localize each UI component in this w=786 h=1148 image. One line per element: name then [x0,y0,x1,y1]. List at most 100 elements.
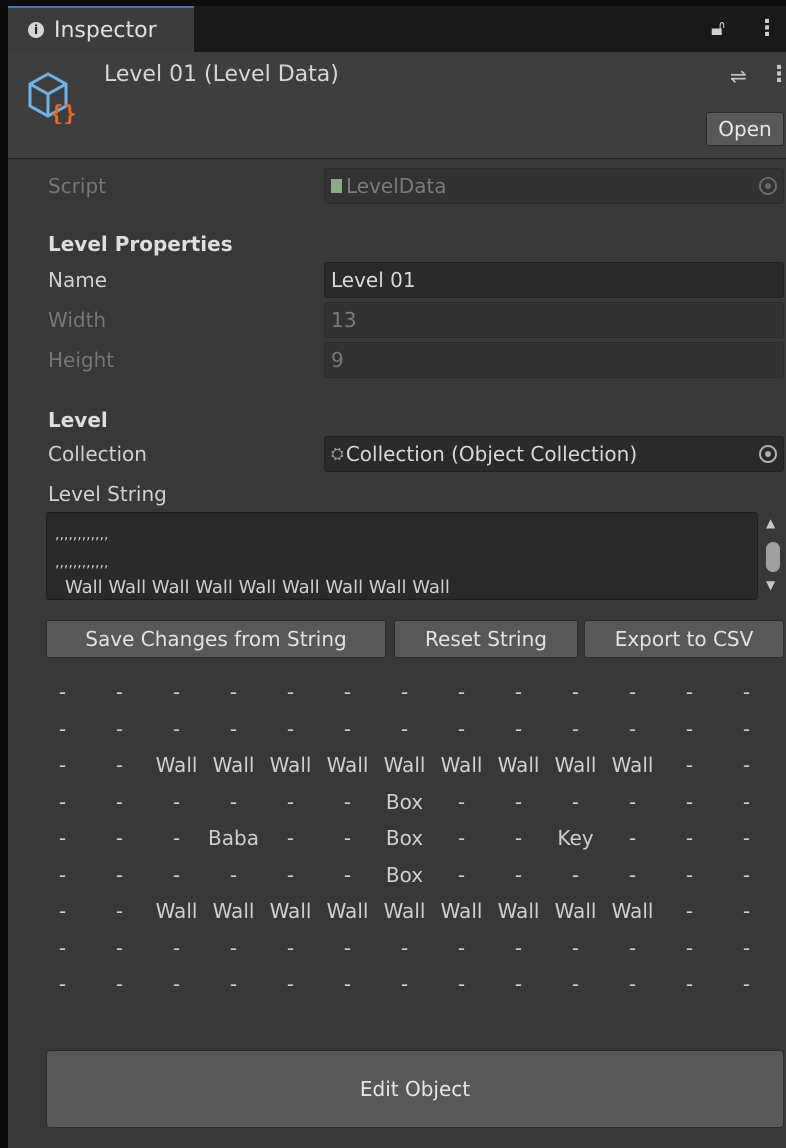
grid-cell: - [172,972,181,996]
grid-cell: - [58,826,67,850]
grid-cell: - [742,972,751,996]
collection-field[interactable]: ⛭ Collection (Object Collection) [324,436,784,472]
grid-cell: - [286,972,295,996]
edit-object-button[interactable]: Edit Object [46,1050,784,1128]
grid-cell: - [172,935,181,960]
grid-cell: - [457,862,466,887]
name-label: Name [48,268,108,292]
grid-cell: Wall [440,899,483,923]
grid-cell: - [343,862,352,887]
grid-cell: - [286,680,295,704]
grid-cell: - [742,935,751,960]
grid-cell: - [742,862,751,887]
grid-cell: - [685,826,694,850]
scroll-thumb[interactable] [766,542,780,572]
grid-cell: - [514,826,523,850]
width-value: 13 [331,308,357,332]
grid-cell: - [58,680,67,704]
grid-cell: Box [385,826,424,850]
script-field: LevelData [324,168,784,204]
grid-cell: - [571,789,580,814]
grid-cell: - [742,716,751,741]
tab-inspector[interactable]: i Inspector [8,6,194,52]
grid-cell: - [400,935,409,960]
grid-cell: - [115,789,124,814]
settings-icon[interactable]: ⇌ [730,64,747,88]
save-changes-button[interactable]: Save Changes from String [46,620,386,658]
script-value: LevelData [346,174,447,198]
grid-cell: - [58,862,67,887]
level-string-textarea[interactable]: ,,,,,,,,,,,, ,,,,,,,,,,,, Wall Wall Wall… [46,512,758,600]
grid-cell: - [685,862,694,887]
name-field[interactable]: Level 01 [324,262,784,298]
svg-text:{}: {} [50,102,77,124]
inspector-window: i Inspector 🔓︎ ⋮ {} Level 01 (Level Data… [8,6,786,1148]
collection-picker-icon[interactable] [759,445,777,463]
level-string-scrollbar[interactable]: ▲ ▼ [764,516,784,598]
grid-cell: Wall [554,899,597,923]
scroll-up-icon[interactable]: ▲ [766,516,775,530]
kebab-menu-icon[interactable]: ⋮ [756,16,778,42]
collection-icon: ⛭ [331,444,344,463]
grid-cell: - [172,862,181,887]
grid-cell: - [343,680,352,704]
level-string-line: Wall Wall Wall Wall Wall Wall Wall Wall … [65,577,450,598]
grid-cell: - [286,826,295,850]
lock-icon[interactable]: 🔓︎ [708,16,728,42]
grid-cell: - [58,716,67,741]
grid-cell: Wall [383,753,426,777]
grid-cell: - [115,753,124,777]
level-string-line: ,,,,,,,,,,,, [55,527,109,543]
grid-cell: - [286,935,295,960]
scroll-down-icon[interactable]: ▼ [766,578,775,592]
collection-label: Collection [48,442,147,466]
width-field: 13 [324,302,784,338]
grid-cell: Key [557,826,594,850]
collection-value: Collection (Object Collection) [345,442,638,466]
grid-cell: - [229,789,238,814]
export-csv-button[interactable]: Export to CSV [584,620,784,658]
grid-cell: - [514,935,523,960]
grid-cell: - [628,935,637,960]
grid-row: - - Wall Wall Wall Wall Wall Wall Wall Wall Wall - - [48,893,786,929]
grid-cell: - [685,935,694,960]
grid-cell: - [172,826,181,850]
grid-cell: - [115,680,124,704]
grid-cell: - [457,826,466,850]
grid-cell: - [343,935,352,960]
level-string-label: Level String [48,482,167,506]
height-value: 9 [331,348,344,372]
height-field: 9 [324,342,784,378]
grid-cell: - [115,972,124,996]
grid-cell: - [514,862,523,887]
grid-cell: - [58,753,67,777]
grid-cell: - [514,789,523,814]
header-kebab-menu-icon[interactable]: ⋮ [768,62,786,87]
grid-cell: - [514,680,523,704]
grid-cell: - [58,972,67,996]
grid-cell: - [343,972,352,996]
grid-cell: - [286,862,295,887]
info-icon: i [28,22,44,38]
grid-cell: - [286,716,295,741]
grid-cell: Wall [155,899,198,923]
grid-cell: Wall [155,753,198,777]
grid-cell: - [685,899,694,923]
grid-cell: Wall [611,899,654,923]
grid-cell: Wall [326,899,369,923]
open-button[interactable]: Open [706,112,784,146]
grid-cell: Wall [212,753,255,777]
grid-cell: - [742,826,751,850]
grid-cell: - [742,789,751,814]
reset-string-button[interactable]: Reset String [394,620,578,658]
grid-cell: - [400,716,409,741]
width-label: Width [48,308,107,332]
asset-title: Level 01 (Level Data) [104,62,339,87]
grid-cell: - [571,972,580,996]
grid-cell: Wall [326,753,369,777]
grid-cell: - [457,972,466,996]
tab-bar: i Inspector 🔓︎ ⋮ [8,6,786,52]
grid-cell: - [571,680,580,704]
grid-row: - - - - - - Box - - - - - - [48,784,786,820]
object-picker-icon [759,177,777,195]
